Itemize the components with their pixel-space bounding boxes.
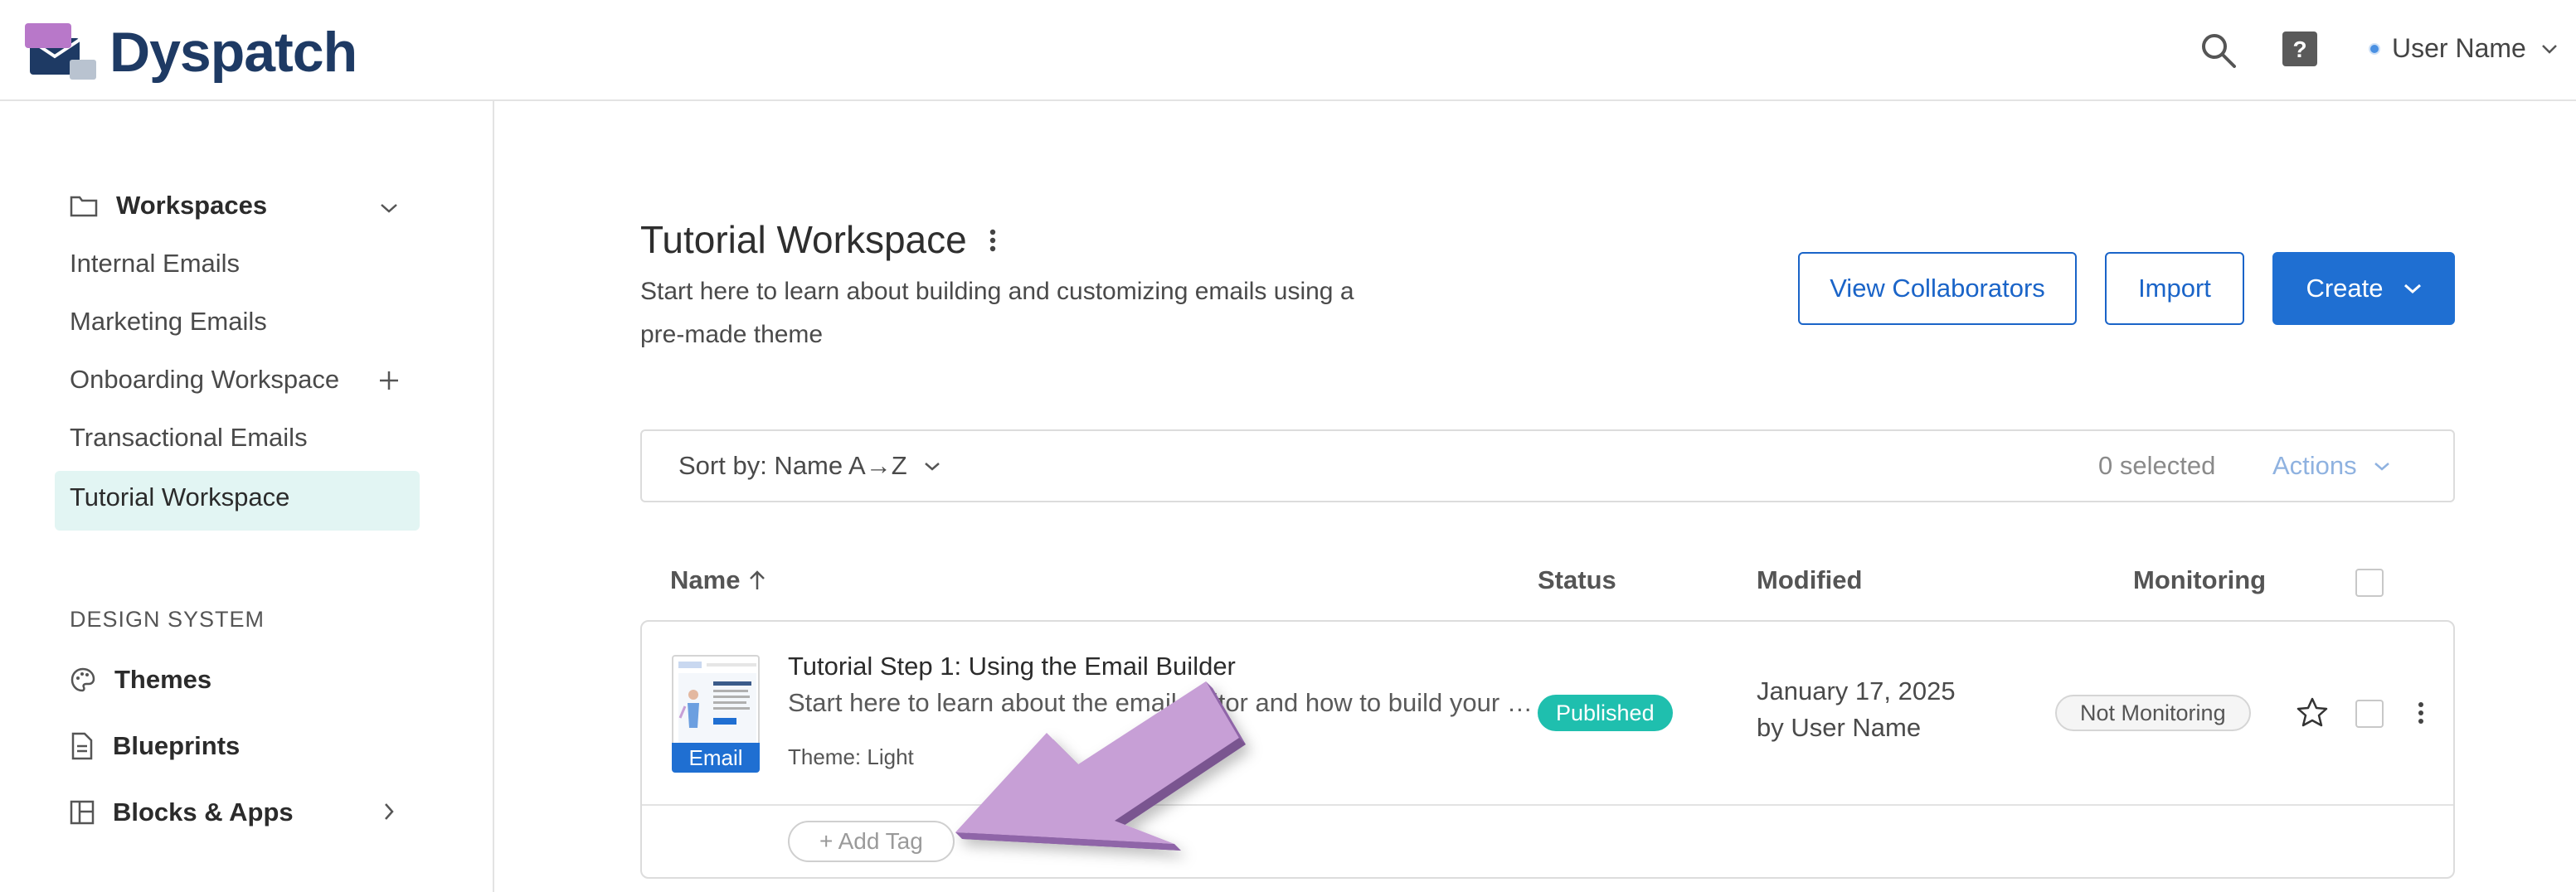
- actions-label: Actions: [2272, 451, 2357, 480]
- user-menu[interactable]: User Name: [2369, 33, 2558, 64]
- design-system-heading: DESIGN SYSTEM: [70, 607, 265, 632]
- sidebar-workspaces-toggle[interactable]: Workspaces: [70, 191, 267, 221]
- column-header-monitoring[interactable]: Monitoring: [2133, 565, 2266, 595]
- row-checkbox[interactable]: [2355, 700, 2384, 728]
- row-kebab-menu-icon[interactable]: [2417, 701, 2425, 726]
- search-icon[interactable]: [2199, 32, 2238, 70]
- sidebar-item-blueprints[interactable]: Blueprints: [70, 731, 240, 761]
- sidebar-item-label: Blocks & Apps: [113, 797, 294, 827]
- page-description: Start here to learn about building and c…: [640, 278, 1354, 348]
- blocks-icon: [70, 800, 95, 825]
- column-header-status[interactable]: Status: [1538, 565, 1616, 595]
- presence-dot-icon: [2369, 42, 2380, 55]
- page-title: Tutorial Workspace: [640, 218, 967, 261]
- user-name: User Name: [2392, 33, 2526, 63]
- annotation-arrow-icon: [945, 655, 1294, 870]
- sidebar-item-themes[interactable]: Themes: [70, 665, 211, 695]
- chevron-down-icon[interactable]: [380, 202, 398, 214]
- help-icon[interactable]: ?: [2282, 32, 2317, 66]
- sidebar-item-onboarding-workspace[interactable]: Onboarding Workspace: [70, 365, 339, 395]
- sidebar-item-marketing-emails[interactable]: Marketing Emails: [70, 307, 267, 337]
- chevron-right-icon[interactable]: [383, 802, 395, 821]
- sidebar-item-label: Transactional Emails: [70, 423, 308, 452]
- svg-text:?: ?: [2292, 36, 2306, 62]
- column-header-modified[interactable]: Modified: [1757, 565, 1862, 595]
- sidebar-item-internal-emails[interactable]: Internal Emails: [70, 249, 240, 279]
- select-all-checkbox[interactable]: [2355, 569, 2384, 597]
- document-icon: [70, 732, 95, 760]
- row-divider: [642, 804, 2453, 806]
- chevron-down-icon: [924, 461, 940, 472]
- column-header-label: Name: [670, 565, 741, 594]
- monitoring-badge[interactable]: Not Monitoring: [2055, 695, 2251, 731]
- add-tag-button[interactable]: + Add Tag: [788, 821, 955, 862]
- create-button-label: Create: [2306, 274, 2384, 303]
- brand-name: Dyspatch: [109, 21, 357, 84]
- sort-ascending-icon: [748, 570, 766, 591]
- sort-label: Sort by: Name A→Z: [678, 451, 907, 480]
- actions-dropdown[interactable]: Actions: [2272, 451, 2390, 481]
- import-button[interactable]: Import: [2105, 252, 2244, 325]
- sidebar-item-label: Themes: [114, 665, 212, 694]
- chevron-down-icon: [2374, 461, 2390, 472]
- add-icon[interactable]: [378, 370, 400, 391]
- table-row[interactable]: Email Tutorial Step 1: Using the Email B…: [640, 620, 2455, 879]
- brand-logo[interactable]: Dyspatch: [25, 20, 357, 85]
- view-collaborators-button[interactable]: View Collaborators: [1798, 252, 2077, 325]
- sidebar-item-label: Marketing Emails: [70, 307, 267, 336]
- sidebar-item-blocks-apps[interactable]: Blocks & Apps: [70, 797, 294, 827]
- sidebar-item-label: Onboarding Workspace: [70, 365, 340, 394]
- column-header-name[interactable]: Name: [670, 565, 766, 595]
- item-theme: Theme: Light: [788, 744, 914, 769]
- create-button[interactable]: Create: [2272, 252, 2455, 325]
- selected-count: 0 selected: [2098, 451, 2216, 480]
- palette-icon: [70, 667, 96, 693]
- star-icon[interactable]: [2296, 696, 2329, 728]
- chevron-down-icon: [2541, 43, 2558, 55]
- sidebar-item-transactional-emails[interactable]: Transactional Emails: [70, 423, 308, 453]
- top-header: Dyspatch ? User Name: [0, 0, 2576, 101]
- sidebar-item-label: Internal Emails: [70, 249, 241, 278]
- sidebar-item-label: Tutorial Workspace: [70, 482, 290, 511]
- chevron-down-icon: [2403, 283, 2422, 294]
- kebab-menu-icon[interactable]: [989, 229, 997, 254]
- logo-mark-icon: [25, 23, 98, 81]
- sidebar-item-label: Blueprints: [113, 731, 241, 760]
- email-type-badge: Email: [672, 743, 760, 773]
- list-toolbar: Sort by: Name A→Z 0 selected Actions: [640, 429, 2455, 502]
- sidebar: Workspaces Internal Emails Marketing Ema…: [0, 101, 494, 892]
- status-badge: Published: [1538, 695, 1673, 731]
- modified-by: by User Name: [1757, 713, 1922, 742]
- modified-date: January 17, 2025: [1757, 676, 1956, 705]
- sidebar-workspaces-label: Workspaces: [116, 191, 268, 220]
- sidebar-item-tutorial-workspace[interactable]: Tutorial Workspace: [70, 482, 289, 512]
- folder-icon: [70, 194, 98, 217]
- sort-dropdown[interactable]: Sort by: Name A→Z: [678, 451, 940, 481]
